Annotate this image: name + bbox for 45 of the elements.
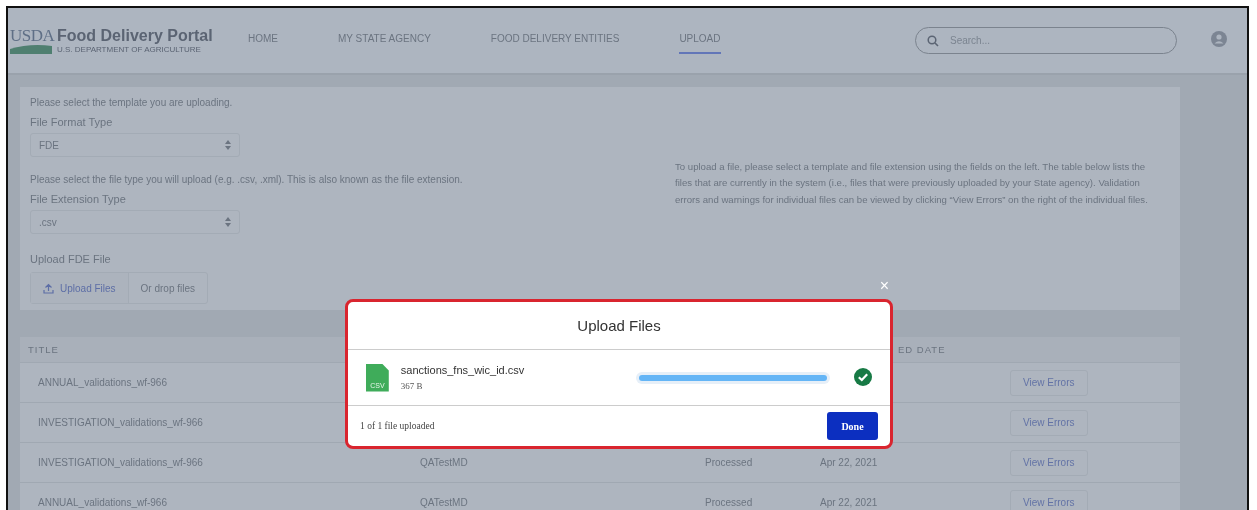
format-select[interactable]: FDE (30, 133, 240, 158)
drop-zone[interactable]: Upload Files Or drop files (30, 272, 209, 304)
upload-files-button[interactable]: Upload Files (31, 273, 129, 303)
instructions-text: To upload a file, please select a template and file extension using the fields on the left. The table below lists the files that are currently in the system (i.e., files that were previously uploaded by your State agency). Validation errors and warnings for individual files can be viewed by clicking “View Errors” on the right of the individual files. (675, 159, 1149, 207)
view-errors-button[interactable]: View Errors (1010, 449, 1088, 476)
portal-subtitle: U.S. DEPARTMENT OF AGRICULTURE (57, 45, 202, 54)
logo-swoosh-icon (10, 44, 52, 54)
field-label: Upload FDE File (30, 252, 111, 266)
nav-tab[interactable]: MY STATE AGENCY (338, 27, 431, 54)
view-errors-button[interactable]: View Errors (1010, 409, 1088, 436)
column-header: TITLE (27, 344, 60, 355)
table-cell: QATestMD (420, 497, 468, 508)
table-cell: Processed (705, 497, 753, 508)
column-header: ED DATE (898, 344, 946, 355)
table-cell: INVESTIGATION_validations_wf-966 (38, 417, 203, 428)
field-label: File Format Type (30, 115, 113, 129)
close-button[interactable]: × (875, 278, 893, 294)
upload-summary: 1 of 1 file uploaded (360, 421, 435, 431)
instruction-text: Please select the file type you will upload (e.g. .csv, .xml). This is also known as the file extension. (30, 173, 463, 187)
nav-tab[interactable]: HOME (248, 27, 278, 54)
view-errors-button[interactable]: View Errors (1010, 369, 1088, 396)
table-cell: Apr 22, 2021 (820, 497, 878, 508)
table-cell: ANNUAL_validations_wf-966 (38, 377, 167, 388)
drop-hint: Or drop files (139, 281, 197, 296)
dialog-title: Upload Files (577, 317, 661, 334)
file-name: sanctions_fns_wic_id.csv (400, 364, 526, 376)
sort-arrows-icon (225, 140, 231, 151)
table-cell: Apr 22, 2021 (820, 457, 878, 468)
search-icon (927, 35, 939, 47)
table-cell: QATestMD (420, 457, 468, 468)
table-cell: ANNUAL_validations_wf-966 (38, 497, 167, 508)
done-button[interactable]: Done (827, 412, 878, 440)
nav-tab[interactable]: UPLOAD (679, 27, 721, 54)
nav-tab[interactable]: FOOD DELIVERY ENTITIES (490, 27, 620, 54)
instruction-text: Please select the template you are uploading. (30, 96, 233, 110)
user-avatar-icon[interactable] (1211, 30, 1227, 47)
sort-arrows-icon (225, 217, 231, 228)
portal-title: Food Delivery Portal (57, 27, 213, 45)
upload-icon (43, 282, 54, 294)
field-label: File Extension Type (30, 192, 126, 206)
table-cell: Processed (705, 457, 753, 468)
file-size: 367 B (400, 381, 424, 391)
view-errors-button[interactable]: View Errors (1010, 489, 1088, 510)
table-cell: INVESTIGATION_validations_wf-966 (38, 457, 203, 468)
extension-select[interactable]: .csv (30, 210, 240, 235)
